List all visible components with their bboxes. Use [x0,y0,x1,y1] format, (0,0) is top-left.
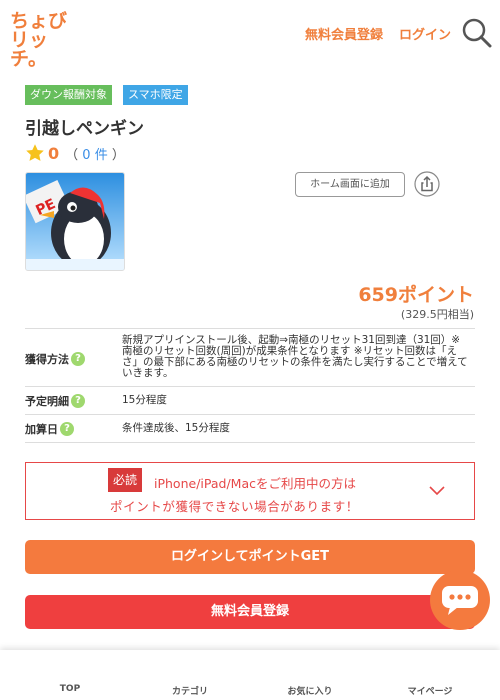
header-login-link[interactable]: ログイン [399,24,451,43]
info-row-add-date: 加算日 ? 条件達成後、15分程度 [25,415,475,443]
info-row-method: 獲得方法 ? 新規アプリインストール後、起動⇒南極のリセット31回到達（31回）… [25,329,475,387]
schedule-value: 15分程度 [122,394,167,406]
chat-icon [442,586,478,615]
add-date-label: 加算日 ? [25,421,74,437]
must-read-tag: 必読 [108,468,143,492]
header-register-link[interactable]: 無料会員登録 [305,24,383,43]
app-icon-image: PE [25,172,125,271]
rating-count-unit: 件 [94,147,108,163]
notice-line1: iPhone/iPad/Macをご利用中の方は [154,476,356,491]
rating-count-close: ） [111,147,125,163]
smartphone-only-badge: スマホ限定 [123,85,188,105]
share-icon[interactable] [414,171,440,197]
header: ちょび リッチ。 無料会員登録 ログイン [0,0,500,69]
rating-count-value: 0 [82,147,91,163]
site-logo[interactable]: ちょび リッチ。 [10,12,70,69]
bottom-navigation: TOP カテゴリ お気に入り マイページ [0,650,500,700]
help-icon[interactable]: ? [60,422,74,436]
notice-line2: ポイントが獲得できない場合があります！ [110,499,359,514]
help-icon[interactable]: ? [71,352,85,366]
add-to-home-screen-button[interactable]: ホーム画面に追加 [295,172,405,197]
chevron-down-icon[interactable] [428,484,446,498]
method-value: 新規アプリインストール後、起動⇒南極のリセット31回到達（31回）※南極のリセッ… [122,334,468,379]
rating-count[interactable]: （ 0 件 ） [65,144,125,163]
ios-notice-accordion[interactable]: 必読 iPhone/iPad/Macをご利用中の方は ポイントが獲得できない場合… [25,462,475,520]
star-icon [26,144,44,161]
rating-score: 0 [48,143,60,163]
rating: 0 （ 0 件 ） [25,143,125,163]
schedule-label-text: 予定明細 [25,395,69,408]
rating-count-open: （ [65,147,79,163]
download-reward-badge: ダウン報酬対象 [25,85,112,105]
nav-item-top[interactable]: TOP [20,684,120,694]
points-value: 659ポイント [358,284,474,306]
help-icon[interactable]: ? [71,394,85,408]
chat-button[interactable] [430,570,490,630]
search-icon[interactable] [462,18,492,48]
points-yen-equivalent: (329.5円相当) [400,308,474,321]
nav-item-category[interactable]: カテゴリ [140,684,240,697]
logo-line2: リッチ。 [10,29,49,70]
add-date-label-text: 加算日 [25,423,58,436]
method-label-text: 獲得方法 [25,353,69,366]
app-title: 引越しペンギン [25,119,144,139]
register-button[interactable]: 無料会員登録 [25,595,475,629]
login-get-points-button[interactable]: ログインしてポイントGET [25,540,475,574]
add-date-value: 条件達成後、15分程度 [122,422,230,434]
info-row-schedule: 予定明細 ? 15分程度 [25,387,475,415]
method-label: 獲得方法 ? [25,351,85,367]
nav-item-favorites[interactable]: お気に入り [260,684,360,697]
reward-info-table: 獲得方法 ? 新規アプリインストール後、起動⇒南極のリセット31回到達（31回）… [25,328,475,443]
schedule-label: 予定明細 ? [25,393,85,409]
nav-item-mypage[interactable]: マイページ [380,684,480,697]
